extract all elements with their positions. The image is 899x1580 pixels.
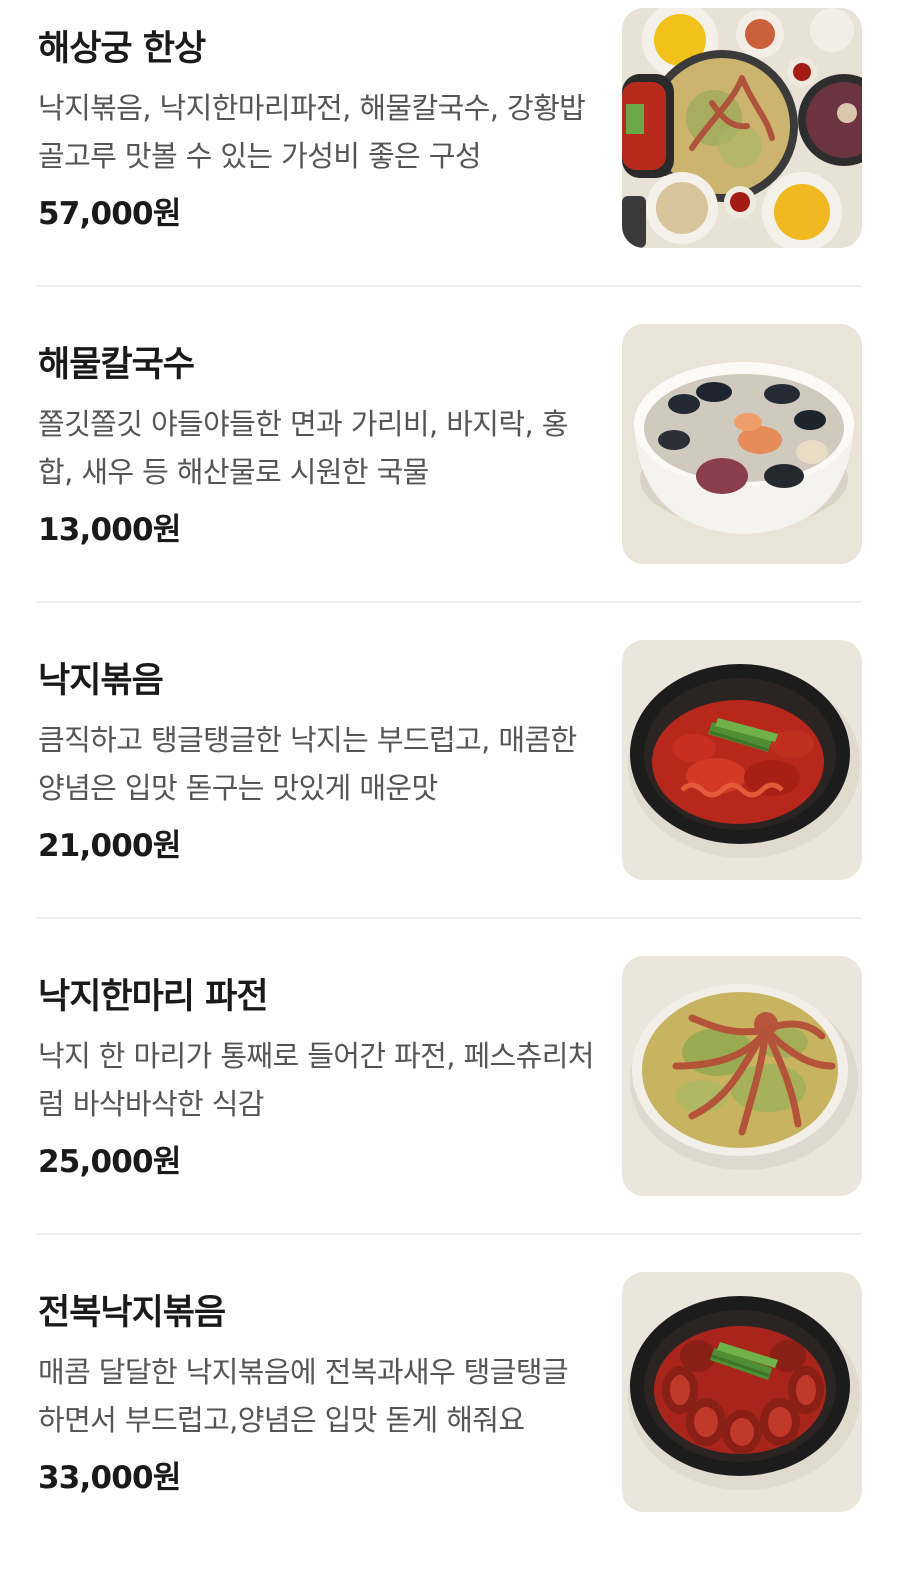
menu-item-image[interactable] <box>622 324 862 564</box>
menu-item-description: 쫄깃쫄깃 야들야들한 면과 가리비, 바지락, 홍합, 새우 등 해산물로 시원… <box>38 407 568 489</box>
menu-item[interactable]: 낙지볶음 큼직하고 탱글탱글한 낙지는 부드럽고, 매콤한 양념은 입맛 돋구는… <box>0 632 899 948</box>
menu-divider <box>36 285 862 287</box>
menu-divider <box>36 601 862 603</box>
menu-item-image[interactable] <box>622 8 862 248</box>
menu-item[interactable]: 해물칼국수 쫄깃쫄깃 야들야들한 면과 가리비, 바지락, 홍합, 새우 등 해… <box>0 316 899 632</box>
menu-item-image[interactable] <box>622 956 862 1196</box>
menu-item[interactable]: 전복낙지볶음 매콤 달달한 낙지볶음에 전복과새우 탱글탱글 하면서 부드럽고,… <box>0 1264 899 1580</box>
menu-item-name: 해상궁 한상 <box>38 29 206 69</box>
menu-item-price: 57,000원 <box>38 196 181 232</box>
menu-item-name: 전복낙지볶음 <box>38 1293 226 1333</box>
menu-item-name: 낙지볶음 <box>38 661 164 701</box>
menu-item-image[interactable] <box>622 640 862 880</box>
menu-item-name: 낙지한마리 파전 <box>38 977 269 1017</box>
menu-item-description: 낙지 한 마리가 통째로 들어간 파전, 페스츄리처럼 바삭바삭한 식감 <box>38 1039 594 1121</box>
menu-item-name: 해물칼국수 <box>38 345 195 385</box>
menu-item-price: 21,000원 <box>38 828 181 864</box>
menu-item-image[interactable] <box>622 1272 862 1512</box>
menu-item-price: 13,000원 <box>38 512 181 548</box>
menu-item-description: 매콤 달달한 낙지볶음에 전복과새우 탱글탱글 하면서 부드럽고,양념은 입맛 … <box>38 1355 569 1437</box>
menu-item-price: 25,000원 <box>38 1144 181 1180</box>
menu-item-description: 낙지볶음, 낙지한마리파전, 해물칼국수, 강황밥 골고루 맛볼 수 있는 가성… <box>38 91 586 173</box>
menu-item-price: 33,000원 <box>38 1460 181 1496</box>
menu-item-description: 큼직하고 탱글탱글한 낙지는 부드럽고, 매콤한 양념은 입맛 돋구는 맛있게 … <box>38 723 577 805</box>
menu-item[interactable]: 해상궁 한상 낙지볶음, 낙지한마리파전, 해물칼국수, 강황밥 골고루 맛볼 … <box>0 0 899 316</box>
menu-item[interactable]: 낙지한마리 파전 낙지 한 마리가 통째로 들어간 파전, 페스츄리처럼 바삭바… <box>0 948 899 1264</box>
menu-divider <box>36 917 862 919</box>
menu-divider <box>36 1233 862 1235</box>
menu-list: 해상궁 한상 낙지볶음, 낙지한마리파전, 해물칼국수, 강황밥 골고루 맛볼 … <box>0 0 899 1534</box>
